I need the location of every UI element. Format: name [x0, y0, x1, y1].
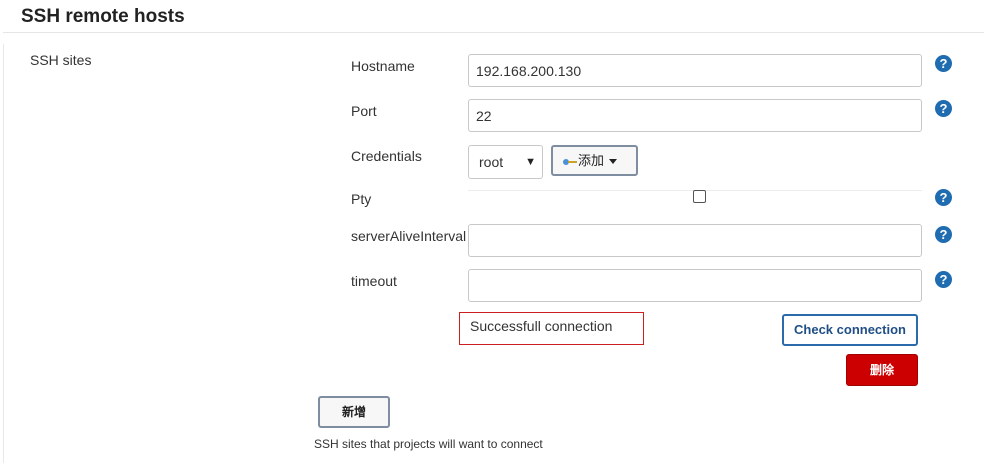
ssh-sites-label: SSH sites [30, 52, 92, 68]
section-title: SSH remote hosts [21, 6, 185, 27]
hostname-label: Hostname [351, 58, 415, 74]
chevron-down-icon: ▼ [525, 156, 536, 168]
add-credentials-label: 添加 [578, 153, 605, 168]
question-circle-icon[interactable]: ? [935, 55, 952, 72]
hostname-input[interactable] [468, 54, 922, 87]
pty-label: Pty [351, 191, 372, 207]
question-circle-icon[interactable]: ? [935, 226, 952, 243]
server-alive-interval-input[interactable] [468, 224, 922, 257]
timeout-input[interactable] [468, 269, 922, 302]
question-circle-icon[interactable]: ? [935, 100, 952, 117]
question-circle-icon[interactable]: ? [935, 271, 952, 288]
question-circle-icon[interactable]: ? [935, 189, 952, 206]
key-icon [563, 158, 577, 166]
connection-status-message: Successfull connection [459, 312, 644, 345]
delete-button[interactable]: 删除 [846, 354, 918, 386]
port-label: Port [351, 103, 377, 119]
server-alive-interval-label: serverAliveInterval [351, 228, 467, 244]
caret-down-icon [609, 159, 618, 165]
credentials-selected-value: root [479, 154, 504, 170]
pty-checkbox[interactable] [693, 190, 706, 203]
timeout-label: timeout [351, 273, 397, 289]
add-credentials-button[interactable]: 添加 [551, 145, 638, 176]
ssh-sites-description: SSH sites that projects will want to con… [314, 437, 543, 451]
add-new-button[interactable]: 新增 [318, 396, 390, 428]
credentials-select[interactable]: root ▼ [468, 145, 543, 179]
port-input[interactable] [468, 99, 922, 132]
credentials-label: Credentials [351, 148, 422, 164]
check-connection-button[interactable]: Check connection [782, 314, 918, 346]
title-divider [3, 32, 984, 33]
